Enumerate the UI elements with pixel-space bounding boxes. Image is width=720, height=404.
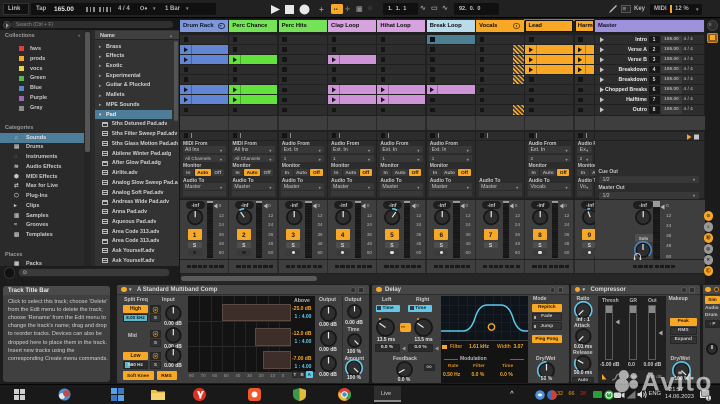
svg-text:Avito: Avito bbox=[641, 367, 713, 397]
